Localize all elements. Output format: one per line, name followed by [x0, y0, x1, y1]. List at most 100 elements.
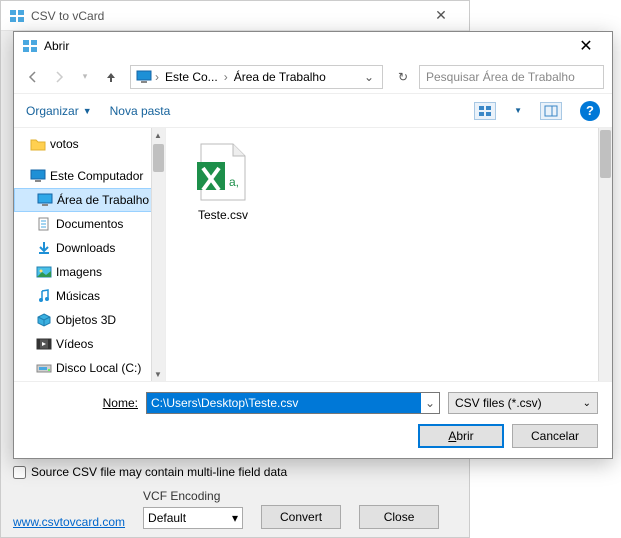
filename-dropdown[interactable]: ⌄ — [421, 396, 439, 410]
objects3d-icon — [36, 312, 52, 328]
view-mode-button[interactable] — [474, 102, 496, 120]
search-input[interactable]: Pesquisar Área de Trabalho — [419, 65, 604, 89]
tree-label: Objetos 3D — [56, 313, 116, 327]
tree-item-videos[interactable]: Vídeos — [14, 332, 165, 356]
breadcrumb-seg-desktop[interactable]: Área de Trabalho — [230, 70, 330, 84]
breadcrumb-dropdown[interactable]: ⌄ — [360, 70, 378, 84]
multiline-checkbox-label: Source CSV file may contain multi-line f… — [31, 465, 287, 479]
open-dialog: Abrir ✕ ▾ › Este Co... › Área de Trabalh… — [13, 31, 613, 459]
file-label: Teste.csv — [198, 208, 248, 222]
tree-item-desktop[interactable]: Área de Trabalho — [14, 188, 165, 212]
dialog-titlebar: Abrir ✕ — [14, 32, 612, 60]
back-button[interactable] — [22, 66, 44, 88]
open-button[interactable]: Abrir — [418, 424, 504, 448]
svg-text:a,: a, — [229, 175, 239, 189]
tree-item-objects3d[interactable]: Objetos 3D — [14, 308, 165, 332]
multiline-checkbox-row: Source CSV file may contain multi-line f… — [13, 465, 457, 479]
cancel-button[interactable]: Cancelar — [512, 424, 598, 448]
breadcrumb[interactable]: › Este Co... › Área de Trabalho ⌄ — [130, 65, 383, 89]
file-filter-value: CSV files (*.csv) — [455, 396, 542, 410]
up-button[interactable] — [100, 66, 122, 88]
app-icon — [9, 8, 25, 24]
tree-label: Área de Trabalho — [57, 193, 149, 207]
dialog-title: Abrir — [44, 39, 568, 53]
folder-icon — [30, 136, 46, 152]
desktop-icon — [37, 192, 53, 208]
vcf-encoding-select[interactable]: Default ▾ — [143, 507, 243, 529]
convert-button[interactable]: Convert — [261, 505, 341, 529]
documents-icon — [36, 216, 52, 232]
close-button[interactable]: Close — [359, 505, 439, 529]
parent-title: CSV to vCard — [31, 9, 421, 23]
monitor-icon — [30, 168, 46, 184]
tree-item-localdisk[interactable]: Disco Local (C:) — [14, 356, 165, 380]
downloads-icon — [36, 240, 52, 256]
tree-label: Downloads — [56, 241, 115, 255]
scroll-down-icon[interactable]: ▼ — [151, 367, 165, 381]
multiline-checkbox[interactable] — [13, 466, 26, 479]
chevron-down-icon[interactable]: ▼ — [514, 106, 522, 115]
tree-item-votos[interactable]: votos — [14, 132, 165, 156]
organize-label: Organizar — [26, 104, 79, 118]
dialog-app-icon — [22, 38, 38, 54]
chevron-down-icon: ▾ — [232, 511, 238, 525]
tree-label: Vídeos — [56, 337, 93, 351]
tree-item-downloads[interactable]: Downloads — [14, 236, 165, 260]
help-button[interactable]: ? — [580, 101, 600, 121]
filename-label: Nome: — [28, 396, 138, 410]
dialog-button-row: Abrir Cancelar — [28, 424, 598, 448]
refresh-button[interactable]: ↻ — [391, 70, 415, 84]
filename-row: Nome: ⌄ CSV files (*.csv) ⌄ — [28, 392, 598, 414]
tree-label: Disco Local (C:) — [56, 361, 141, 375]
disk-icon — [36, 360, 52, 376]
tree-label: Este Computador — [50, 169, 143, 183]
vcf-encoding-group: VCF Encoding Default ▾ — [143, 489, 243, 529]
recent-dropdown[interactable]: ▾ — [74, 66, 96, 88]
new-folder-button[interactable]: Nova pasta — [110, 104, 171, 118]
chevron-right-icon: › — [224, 70, 228, 84]
videos-icon — [36, 336, 52, 352]
forward-button[interactable] — [48, 66, 70, 88]
music-icon — [36, 288, 52, 304]
scroll-up-icon[interactable]: ▲ — [151, 128, 165, 142]
parent-body: Source CSV file may contain multi-line f… — [1, 457, 469, 537]
parent-bottom-row: www.csvtovcard.com VCF Encoding Default … — [13, 489, 457, 529]
chevron-right-icon: › — [155, 70, 159, 84]
chevron-down-icon: ▼ — [83, 106, 92, 116]
parent-close-button[interactable]: ✕ — [421, 7, 461, 24]
vcf-encoding-label: VCF Encoding — [143, 489, 243, 503]
preview-pane-button[interactable] — [540, 102, 562, 120]
parent-titlebar: CSV to vCard ✕ — [1, 1, 469, 31]
tree-scrollbar[interactable]: ▲ ▼ — [151, 128, 165, 381]
filename-input[interactable] — [147, 393, 421, 413]
tree-label: votos — [50, 137, 79, 151]
tree-item-music[interactable]: Músicas — [14, 284, 165, 308]
bottom-panel: Nome: ⌄ CSV files (*.csv) ⌄ Abrir Cancel… — [14, 381, 612, 458]
nav-row: ▾ › Este Co... › Área de Trabalho ⌄ ↻ Pe… — [14, 60, 612, 94]
file-scrollbar-thumb[interactable] — [600, 130, 611, 178]
breadcrumb-seg-computer[interactable]: Este Co... — [161, 70, 222, 84]
chevron-down-icon: ⌄ — [583, 398, 591, 409]
tree-label: Músicas — [56, 289, 100, 303]
folder-tree: votos Este Computador Área de Trabalho D… — [14, 128, 166, 381]
toolbar: Organizar ▼ Nova pasta ▼ ? — [14, 94, 612, 128]
filename-combo: ⌄ — [146, 392, 440, 414]
tree-label: Imagens — [56, 265, 102, 279]
csv-file-icon: a, — [191, 140, 255, 204]
tree-item-images[interactable]: Imagens — [14, 260, 165, 284]
content-area: votos Este Computador Área de Trabalho D… — [14, 128, 612, 381]
tree-item-documents[interactable]: Documentos — [14, 212, 165, 236]
file-area[interactable]: a, Teste.csv — [166, 128, 612, 381]
search-placeholder: Pesquisar Área de Trabalho — [426, 70, 575, 84]
tree-item-computer[interactable]: Este Computador — [14, 164, 165, 188]
file-item-teste[interactable]: a, Teste.csv — [178, 140, 268, 222]
file-scrollbar[interactable] — [598, 128, 612, 381]
vcf-encoding-value: Default — [148, 511, 186, 525]
file-filter-select[interactable]: CSV files (*.csv) ⌄ — [448, 392, 598, 414]
monitor-icon — [135, 70, 153, 84]
dialog-close-button[interactable]: ✕ — [568, 36, 604, 56]
images-icon — [36, 264, 52, 280]
organize-menu[interactable]: Organizar ▼ — [26, 104, 92, 118]
website-link[interactable]: www.csvtovcard.com — [13, 515, 125, 529]
tree-scrollbar-thumb[interactable] — [153, 144, 164, 172]
